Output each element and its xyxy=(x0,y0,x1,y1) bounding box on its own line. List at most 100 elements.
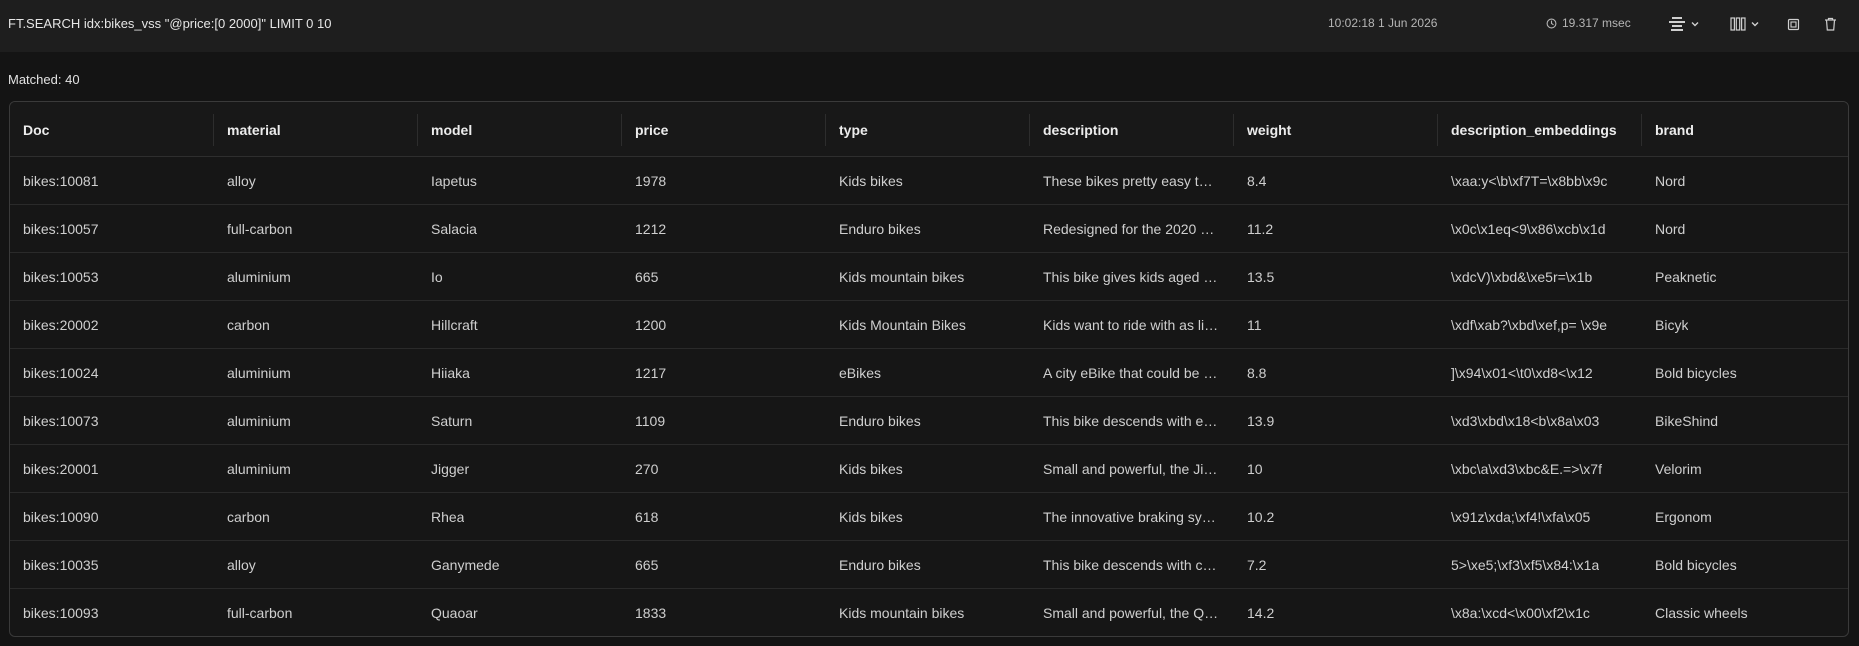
column-header-price[interactable]: price xyxy=(622,102,826,157)
table-row[interactable]: bikes:10053 aluminium Io 665 Kids mountain b… xyxy=(10,253,1848,301)
table-cell-description: Small and powerful, the Quaoar xyxy=(1030,589,1234,636)
cell-value: 1200 xyxy=(635,317,667,333)
chevron-down-icon xyxy=(1750,19,1760,29)
delete-button[interactable] xyxy=(1824,14,1837,34)
cell-value: Redesigned for the 2020 model year xyxy=(1043,221,1220,237)
cell-value: alloy xyxy=(227,557,256,573)
query-duration: 19.317 msec xyxy=(1546,16,1631,30)
cell-value: 13.5 xyxy=(1247,269,1275,285)
table-cell-price: 665 xyxy=(622,541,826,589)
table-cell-model: Saturn xyxy=(418,397,622,445)
table-row[interactable]: bikes:10024 aluminium Hiiaka 1217 eBikes A ci… xyxy=(10,349,1848,397)
column-header-material[interactable]: material xyxy=(214,102,418,157)
table-row[interactable]: bikes:10081 alloy Iapetus 1978 Kids bikes The… xyxy=(10,157,1848,205)
cell-value: \x0c\x1eq<9\x86\xcb\x1d xyxy=(1451,221,1606,237)
column-header-weight[interactable]: weight xyxy=(1234,102,1438,157)
query-text: FT.SEARCH idx:bikes_vss "@price:[0 2000]… xyxy=(8,16,332,31)
table-row[interactable]: bikes:10035 alloy Ganymede 665 Enduro bikes T… xyxy=(10,541,1848,589)
copy-button[interactable] xyxy=(1787,14,1800,34)
table-cell-model: Hillcraft xyxy=(418,301,622,349)
table-cell-brand: Nord xyxy=(1642,205,1846,253)
clock-icon xyxy=(1546,18,1557,29)
column-header-model[interactable]: model xyxy=(418,102,622,157)
column-header-type[interactable]: type xyxy=(826,102,1030,157)
table-cell-weight: 10 xyxy=(1234,445,1438,493)
cell-value: This bike descends with confidence xyxy=(1043,557,1220,573)
cell-value: bikes:20002 xyxy=(23,317,99,333)
table-cell-description-embeddings: \xdf\xab?\xbd\xef,p= \x9e xyxy=(1438,301,1642,349)
cell-value: Enduro bikes xyxy=(839,557,921,573)
table-row[interactable]: bikes:20002 carbon Hillcraft 1200 Kids Mount… xyxy=(10,301,1848,349)
table-cell-brand: Velorim xyxy=(1642,445,1846,493)
table-row[interactable]: bikes:20001 aluminium Jigger 270 Kids bikes S… xyxy=(10,445,1848,493)
cell-value: Velorim xyxy=(1655,461,1702,477)
cell-value: bikes:10057 xyxy=(23,221,99,237)
table-cell-brand: Nord xyxy=(1642,157,1846,205)
cell-value: full-carbon xyxy=(227,221,293,237)
cell-value: 8.8 xyxy=(1247,365,1267,381)
table-cell-description: Kids want to ride with as little weight xyxy=(1030,301,1234,349)
cell-value: carbon xyxy=(227,317,270,333)
matched-count: Matched: 40 xyxy=(8,72,80,87)
cell-value: aluminium xyxy=(227,365,291,381)
table-row[interactable]: bikes:10090 carbon Rhea 618 Kids bikes The in… xyxy=(10,493,1848,541)
column-header-description[interactable]: description xyxy=(1030,102,1234,157)
cell-value: bikes:10053 xyxy=(23,269,99,285)
column-header-brand[interactable]: brand xyxy=(1642,102,1846,157)
cell-value: Quaoar xyxy=(431,605,478,621)
cell-value: Salacia xyxy=(431,221,477,237)
table-cell-brand: Peaknetic xyxy=(1642,253,1846,301)
table-cell-price: 1109 xyxy=(622,397,826,445)
table-cell-material: alloy xyxy=(214,157,418,205)
column-header-description-embeddings[interactable]: description_embeddings xyxy=(1438,102,1642,157)
cell-value: Bold bicycles xyxy=(1655,557,1737,573)
query-timestamp: 10:02:18 1 Jun 2026 xyxy=(1328,16,1438,30)
table-cell-description-embeddings: \xaa:y<\b\xf7T=\x8bb\x9c xyxy=(1438,157,1642,205)
table-cell-description: This bike descends with ease xyxy=(1030,397,1234,445)
cell-value: 665 xyxy=(635,269,659,285)
cell-value: Hiiaka xyxy=(431,365,470,381)
cell-value: Kids Mountain Bikes xyxy=(839,317,966,333)
table-cell-description-embeddings: 5>\xe5;\xf3\xf5\x84:\x1a xyxy=(1438,541,1642,589)
table-cell-material: carbon xyxy=(214,301,418,349)
cell-value: bikes:10093 xyxy=(23,605,99,621)
table-header: Doc material model price type description weig… xyxy=(10,102,1848,157)
cell-value: 10.2 xyxy=(1247,509,1275,525)
cell-value: The innovative braking system xyxy=(1043,509,1220,525)
cell-value: Io xyxy=(431,269,443,285)
table-cell-price: 665 xyxy=(622,253,826,301)
cell-value: Bicyk xyxy=(1655,317,1689,333)
cell-value: Kids mountain bikes xyxy=(839,269,965,285)
table-row[interactable]: bikes:10093 full-carbon Quaoar 1833 Kids mou… xyxy=(10,589,1848,636)
cell-value: Ergonom xyxy=(1655,509,1712,525)
table-cell-model: Salacia xyxy=(418,205,622,253)
table-row[interactable]: bikes:10057 full-carbon Salacia 1212 Enduro … xyxy=(10,205,1848,253)
table-cell-description: Redesigned for the 2020 model year xyxy=(1030,205,1234,253)
view-mode-dropdown[interactable] xyxy=(1668,14,1700,34)
table-cell-description: This bike descends with confidence xyxy=(1030,541,1234,589)
cell-value: This bike gives kids aged six years xyxy=(1043,269,1220,285)
cell-value: Saturn xyxy=(431,413,473,429)
cell-value: These bikes pretty easy to ride xyxy=(1043,173,1220,189)
cell-value: aluminium xyxy=(227,269,291,285)
table-cell-model: Jigger xyxy=(418,445,622,493)
table-cell-price: 1200 xyxy=(622,301,826,349)
cell-value: 270 xyxy=(635,461,659,477)
column-header-label: price xyxy=(635,121,669,138)
cell-value: eBikes xyxy=(839,365,882,381)
column-header-doc[interactable]: Doc xyxy=(10,102,214,157)
table-cell-price: 1217 xyxy=(622,349,826,397)
column-header-label: material xyxy=(227,121,281,138)
columns-dropdown[interactable] xyxy=(1730,14,1760,34)
table-cell-description: The innovative braking system xyxy=(1030,493,1234,541)
table-cell-doc: bikes:10081 xyxy=(10,157,214,205)
table-cell-model: Iapetus xyxy=(418,157,622,205)
table-row[interactable]: bikes:10073 aluminium Saturn 1109 Enduro bik… xyxy=(10,397,1848,445)
column-header-label: description xyxy=(1043,121,1119,138)
table-cell-description-embeddings: \x0c\x1eq<9\x86\xcb\x1d xyxy=(1438,205,1642,253)
table-cell-doc: bikes:10073 xyxy=(10,397,214,445)
cell-value: 5>\xe5;\xf3\xf5\x84:\x1a xyxy=(1451,557,1600,573)
cell-value: bikes:20001 xyxy=(23,461,99,477)
table-cell-type: Enduro bikes xyxy=(826,205,1030,253)
cell-value: alloy xyxy=(227,173,256,189)
